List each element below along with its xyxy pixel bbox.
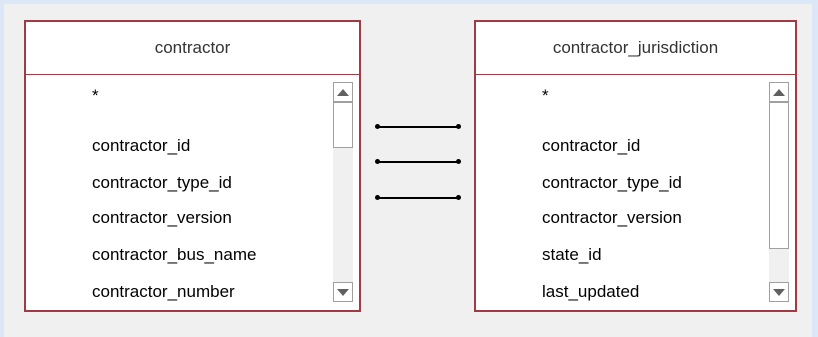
table-title[interactable]: contractor (26, 22, 359, 75)
relationship-line-contractor-version[interactable] (375, 195, 461, 200)
scroll-thumb[interactable] (333, 102, 353, 148)
field-item[interactable]: contractor_bus_name (92, 245, 256, 265)
relationship-line-contractor-type-id[interactable] (375, 159, 461, 164)
relationship-line-contractor-id[interactable] (375, 124, 461, 129)
vertical-scrollbar[interactable] (769, 82, 789, 302)
table-contractor-jurisdiction[interactable]: contractor_jurisdiction * contractor_id … (474, 20, 797, 312)
field-item[interactable]: * (542, 86, 549, 106)
field-item[interactable]: * (92, 86, 99, 106)
scroll-down-arrow-icon[interactable] (769, 282, 789, 302)
field-item[interactable]: contractor_id (92, 136, 190, 156)
table-contractor[interactable]: contractor * contractor_id contractor_ty… (24, 20, 361, 312)
field-item[interactable]: last_updated (542, 282, 639, 302)
field-item[interactable]: state_id (542, 245, 602, 265)
vertical-scrollbar[interactable] (333, 82, 353, 302)
table-title[interactable]: contractor_jurisdiction (476, 22, 795, 75)
field-list: * contractor_id contractor_type_id contr… (26, 74, 331, 310)
scroll-up-arrow-icon[interactable] (769, 82, 789, 102)
field-item[interactable]: contractor_version (92, 208, 232, 228)
field-item[interactable]: contractor_number (92, 282, 235, 302)
relationships-canvas[interactable]: contractor * contractor_id contractor_ty… (0, 0, 818, 337)
field-item[interactable]: contractor_type_id (92, 173, 232, 193)
field-item[interactable]: contractor_version (542, 208, 682, 228)
scroll-thumb[interactable] (769, 102, 789, 249)
field-item[interactable]: contractor_id (542, 136, 640, 156)
field-item[interactable]: contractor_type_id (542, 173, 682, 193)
field-list: * contractor_id contractor_type_id contr… (476, 74, 767, 310)
scroll-up-arrow-icon[interactable] (333, 82, 353, 102)
scroll-down-arrow-icon[interactable] (333, 282, 353, 302)
